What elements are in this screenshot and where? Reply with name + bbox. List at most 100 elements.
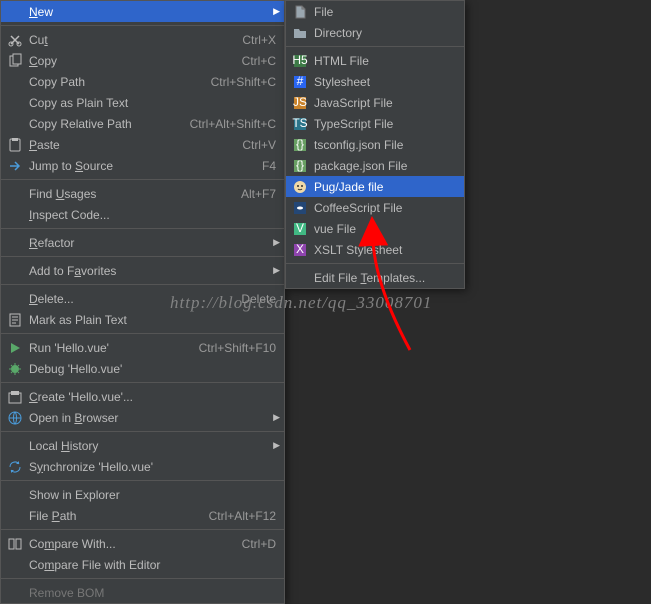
- menu-item-shortcut: F4: [262, 159, 276, 173]
- blank-icon: [7, 4, 23, 20]
- submenu-item-dir[interactable]: Directory: [286, 22, 464, 43]
- paste-icon: [7, 137, 23, 153]
- blank-icon: [7, 186, 23, 202]
- xslt-file-icon: X: [292, 242, 308, 258]
- mainmenu-item-show-explorer[interactable]: Show in Explorer: [1, 484, 284, 505]
- mainmenu-item-jump[interactable]: Jump to SourceF4: [1, 155, 284, 176]
- submenu-item-pug[interactable]: Pug/Jade file: [286, 176, 464, 197]
- mainmenu-item-create-run[interactable]: Create 'Hello.vue'...: [1, 386, 284, 407]
- menu-item-shortcut: Ctrl+X: [242, 33, 276, 47]
- mainmenu-item-sync[interactable]: Synchronize 'Hello.vue': [1, 456, 284, 477]
- menu-item-label: XSLT Stylesheet: [314, 243, 456, 257]
- mainmenu-separator: [1, 382, 284, 383]
- mainmenu-item-local-hist[interactable]: Local History▶: [1, 435, 284, 456]
- mainmenu-separator: [1, 228, 284, 229]
- menu-item-shortcut: Ctrl+Shift+F10: [199, 341, 276, 355]
- submenu-item-package[interactable]: {} package.json File: [286, 155, 464, 176]
- menu-item-label: CoffeeScript File: [314, 201, 456, 215]
- submenu-item-js[interactable]: JSJavaScript File: [286, 92, 464, 113]
- mainmenu-item-favorites[interactable]: Add to Favorites▶: [1, 260, 284, 281]
- menu-item-label: package.json File: [314, 159, 456, 173]
- submenu-item-tsconfig[interactable]: {}tsconfig.json File: [286, 134, 464, 155]
- blank-icon: [292, 270, 308, 286]
- menu-item-label: Inspect Code...: [29, 208, 276, 222]
- menu-item-label: Create 'Hello.vue'...: [29, 390, 276, 404]
- menu-item-label: Compare With...: [29, 537, 230, 551]
- menu-item-label: Edit File Templates...: [314, 271, 456, 285]
- mainmenu-item-inspect[interactable]: Inspect Code...: [1, 204, 284, 225]
- mainmenu-separator: [1, 480, 284, 481]
- submenu-item-ts[interactable]: TSTypeScript File: [286, 113, 464, 134]
- blank-icon: [7, 95, 23, 111]
- blank-icon: [7, 116, 23, 132]
- markplain-icon: [7, 312, 23, 328]
- browser-icon: [7, 410, 23, 426]
- folder-icon: [292, 25, 308, 41]
- menu-item-label: Delete...: [29, 292, 229, 306]
- submenu-item-file[interactable]: File: [286, 1, 464, 22]
- svg-text:{}: {}: [296, 137, 304, 151]
- mainmenu-item-run[interactable]: Run 'Hello.vue'Ctrl+Shift+F10: [1, 337, 284, 358]
- blank-icon: [7, 487, 23, 503]
- submenu-item-xslt[interactable]: X XSLT Stylesheet: [286, 239, 464, 260]
- mainmenu-item-remove-bom: Remove BOM: [1, 582, 284, 603]
- menu-item-label: Mark as Plain Text: [29, 313, 276, 327]
- mainmenu-item-refactor[interactable]: Refactor▶: [1, 232, 284, 253]
- submenu-arrow-icon: ▶: [273, 440, 280, 451]
- mainmenu-item-new[interactable]: New▶: [1, 1, 284, 22]
- mainmenu-item-copy[interactable]: CopyCtrl+C: [1, 50, 284, 71]
- mainmenu-item-mark-plain[interactable]: Mark as Plain Text: [1, 309, 284, 330]
- mainmenu-item-compare[interactable]: Compare With... Ctrl+D: [1, 533, 284, 554]
- mainmenu-item-debug[interactable]: Debug 'Hello.vue': [1, 358, 284, 379]
- menu-item-label: Add to Favorites: [29, 264, 276, 278]
- menu-item-label: File: [314, 5, 456, 19]
- mainmenu-separator: [1, 25, 284, 26]
- blank-icon: [7, 438, 23, 454]
- mainmenu-item-delete[interactable]: Delete...Delete: [1, 288, 284, 309]
- menu-item-shortcut: Ctrl+Alt+F12: [209, 509, 276, 523]
- mainmenu-item-find-usages[interactable]: Find UsagesAlt+F7: [1, 183, 284, 204]
- svg-text:TS: TS: [292, 116, 307, 130]
- menu-item-shortcut: Ctrl+V: [242, 138, 276, 152]
- debug-icon: [7, 361, 23, 377]
- submenu-item-vue[interactable]: Vvue File: [286, 218, 464, 239]
- blank-icon: [7, 508, 23, 524]
- pug-file-icon: [292, 179, 308, 195]
- submenu-item-edit-templates[interactable]: Edit File Templates...: [286, 267, 464, 288]
- create-icon: [7, 389, 23, 405]
- mainmenu-item-copy-rel[interactable]: Copy Relative PathCtrl+Alt+Shift+C: [1, 113, 284, 134]
- submenu-arrow-icon: ▶: [273, 265, 280, 276]
- mainmenu-item-compare-editor[interactable]: Compare File with Editor: [1, 554, 284, 575]
- menu-item-label: Refactor: [29, 236, 276, 250]
- mainmenu-item-file-path[interactable]: File Path Ctrl+Alt+F12: [1, 505, 284, 526]
- mainmenu-separator: [1, 431, 284, 432]
- mainmenu-item-cut[interactable]: Cut Ctrl+X: [1, 29, 284, 50]
- blank-icon: [7, 291, 23, 307]
- menu-item-label: Pug/Jade file: [314, 180, 456, 194]
- run-icon: [7, 340, 23, 356]
- mainmenu-item-open-browser[interactable]: Open in Browser▶: [1, 407, 284, 428]
- svg-text:{}: {}: [296, 158, 304, 172]
- menu-item-label: Remove BOM: [29, 586, 276, 600]
- menu-item-label: File Path: [29, 509, 197, 523]
- svg-text:V: V: [296, 221, 304, 235]
- vue-file-icon: V: [292, 221, 308, 237]
- context-menu-main: New▶ Cut Ctrl+X CopyCtrl+CCopy PathCtrl+Shi…: [0, 0, 285, 604]
- menu-item-shortcut: Ctrl+C: [242, 54, 276, 68]
- mainmenu-separator: [1, 333, 284, 334]
- submenu-separator: [286, 263, 464, 264]
- sync-icon: [7, 459, 23, 475]
- menu-item-shortcut: Ctrl+D: [242, 537, 276, 551]
- menu-item-shortcut: Ctrl+Shift+C: [211, 75, 276, 89]
- menu-item-label: Cut: [29, 33, 230, 47]
- submenu-item-html[interactable]: H5HTML File: [286, 50, 464, 71]
- submenu-item-coffee[interactable]: CoffeeScript File: [286, 197, 464, 218]
- menu-item-label: HTML File: [314, 54, 456, 68]
- mainmenu-item-copy-path[interactable]: Copy PathCtrl+Shift+C: [1, 71, 284, 92]
- mainmenu-item-paste[interactable]: PasteCtrl+V: [1, 134, 284, 155]
- mainmenu-item-copy-plain[interactable]: Copy as Plain Text: [1, 92, 284, 113]
- copy-icon: [7, 53, 23, 69]
- submenu-item-stylesheet[interactable]: #Stylesheet: [286, 71, 464, 92]
- context-menu-new-submenu: File Directory H5HTML File#StylesheetJSJav…: [285, 0, 465, 289]
- menu-item-label: Find Usages: [29, 187, 229, 201]
